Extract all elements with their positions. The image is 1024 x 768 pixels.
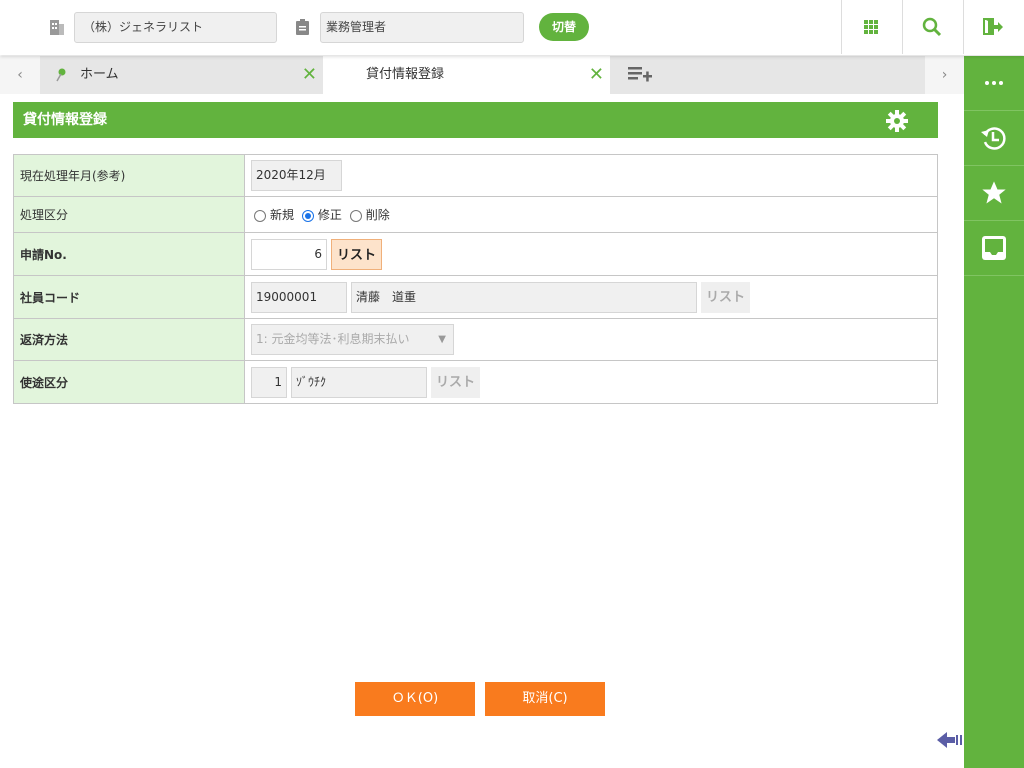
select-value: 1: 元金均等法･利息期末払い: [256, 332, 410, 346]
more-button[interactable]: [964, 56, 1024, 111]
purpose-name-field: ｿﾞｳﾁｸ: [291, 366, 427, 398]
repayment-method-select[interactable]: 1: 元金均等法･利息期末払い ▼: [251, 324, 454, 355]
tab-scroll-right-button[interactable]: ›: [925, 56, 964, 94]
more-icon: [985, 81, 1003, 85]
form-row: 処理区分 新規 修正 削除: [13, 196, 938, 233]
history-icon: [981, 127, 1006, 150]
add-tab-icon[interactable]: [628, 65, 654, 85]
processing-month-field: 2020年12月: [251, 160, 342, 191]
tab-scroll-left-button[interactable]: ‹: [0, 56, 40, 94]
radio-modify[interactable]: [301, 209, 314, 222]
divider: [963, 0, 964, 54]
inbox-button[interactable]: [964, 221, 1024, 276]
pin-icon: [56, 68, 66, 82]
cancel-button[interactable]: 取消(C): [485, 682, 605, 716]
form-row: 申請No. 6 リスト: [13, 232, 938, 276]
radio-delete[interactable]: [349, 209, 362, 222]
page-header: 貸付情報登録: [13, 102, 938, 138]
page-title: 貸付情報登録: [23, 112, 107, 128]
radio-label: 削除: [365, 208, 390, 222]
inbox-icon: [982, 236, 1006, 260]
purpose-list-button[interactable]: リスト: [431, 366, 481, 398]
field-label: 現在処理年月(参考): [13, 154, 245, 197]
star-icon: [982, 181, 1006, 204]
form-row: 返済方法 1: 元金均等法･利息期末払い ▼: [13, 318, 938, 361]
tab-home[interactable]: ホーム ✕: [40, 56, 323, 94]
favorites-button[interactable]: [964, 166, 1024, 221]
collapse-arrow-icon[interactable]: [937, 730, 963, 750]
history-button[interactable]: [964, 111, 1024, 166]
tab-label: ホーム: [80, 67, 119, 82]
right-sidebar: [964, 56, 1024, 768]
building-icon: [50, 20, 64, 35]
employee-name-field: 清藤 道重: [351, 281, 697, 313]
logout-icon[interactable]: [980, 14, 1006, 40]
field-label: 返済方法: [13, 318, 245, 361]
search-icon[interactable]: [919, 14, 945, 40]
top-bar: （株）ジェネラリスト 業務管理者 切替: [0, 0, 1024, 55]
loan-form: 現在処理年月(参考) 2020年12月 処理区分 新規 修正 削除 申請No. …: [13, 154, 938, 404]
form-row: 現在処理年月(参考) 2020年12月: [13, 154, 938, 197]
clipboard-icon: [296, 19, 309, 35]
tab-loan-registration[interactable]: 貸付情報登録 ✕: [323, 56, 610, 94]
close-icon[interactable]: ✕: [589, 56, 604, 94]
field-label: 処理区分: [13, 196, 245, 233]
company-field[interactable]: （株）ジェネラリスト: [74, 12, 277, 43]
employee-code-field: 19000001: [251, 281, 347, 313]
field-label: 申請No.: [13, 232, 245, 276]
form-row: 社員コード 19000001 清藤 道重 リスト: [13, 275, 938, 319]
switch-button[interactable]: 切替: [539, 13, 589, 41]
radio-label: 修正: [317, 208, 342, 222]
radio-new[interactable]: [254, 209, 266, 222]
ok-button[interactable]: ＯＫ(O): [355, 682, 475, 716]
radio-label: 新規: [270, 208, 295, 222]
chevron-down-icon: ▼: [438, 334, 446, 345]
employee-list-button[interactable]: リスト: [701, 281, 751, 313]
application-list-button[interactable]: リスト: [331, 238, 383, 270]
tab-label: 貸付情報登録: [366, 67, 445, 82]
purpose-code-field: 1: [251, 366, 287, 398]
field-label: 社員コード: [13, 275, 245, 319]
close-icon[interactable]: ✕: [302, 56, 317, 94]
form-row: 使途区分 1 ｿﾞｳﾁｸ リスト: [13, 360, 938, 404]
divider: [841, 0, 842, 54]
gear-icon[interactable]: [885, 109, 909, 133]
application-no-input[interactable]: 6: [251, 238, 327, 270]
field-label: 使途区分: [13, 360, 245, 404]
role-field[interactable]: 業務管理者: [320, 12, 524, 43]
apps-grid-icon[interactable]: [858, 14, 884, 40]
divider: [902, 0, 903, 54]
